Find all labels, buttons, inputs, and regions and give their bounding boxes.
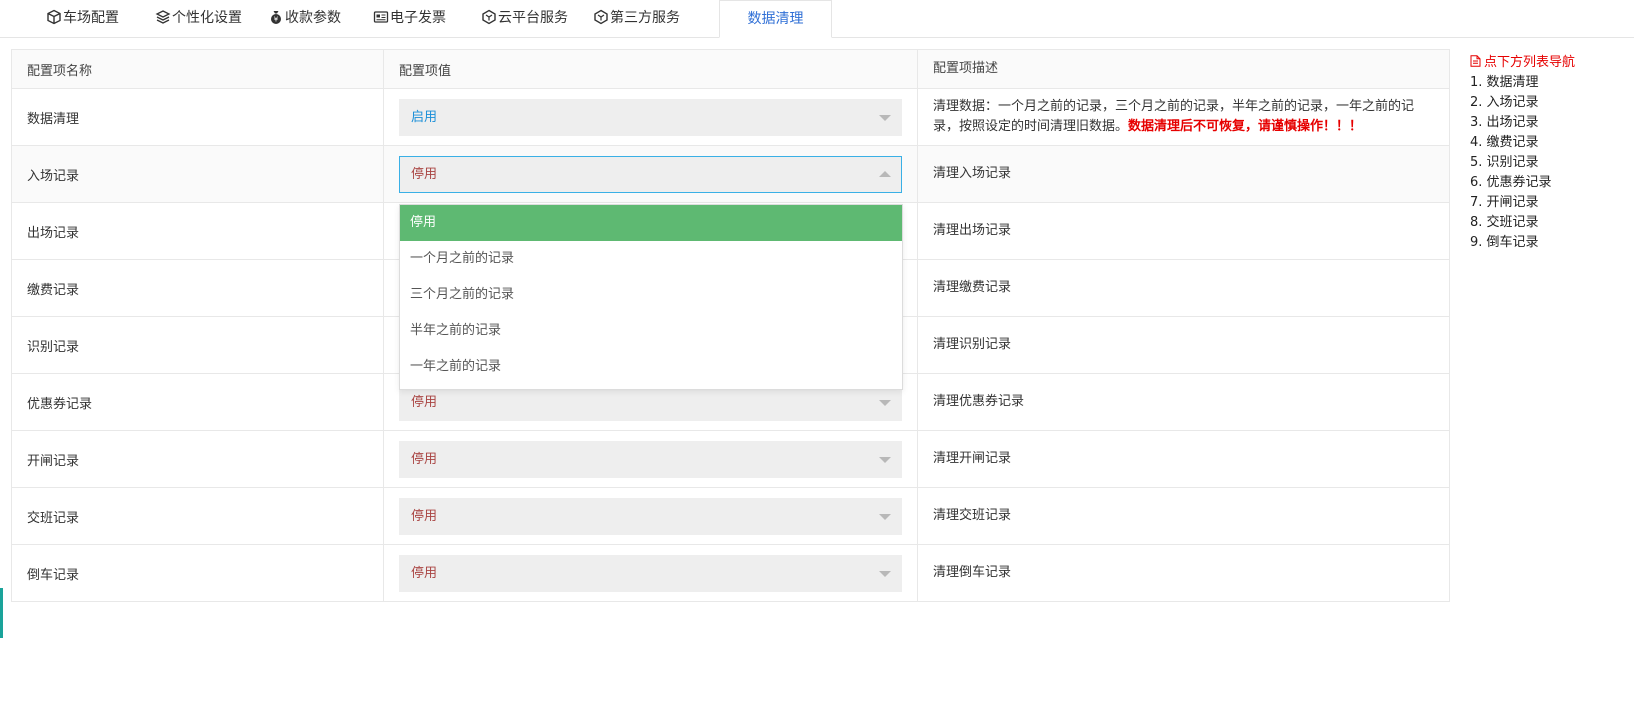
nav-item-payment-records[interactable]: 4. 缴费记录 [1470, 133, 1630, 153]
config-name: 数据清理 [12, 89, 384, 145]
config-desc: 清理识别记录 [933, 337, 1012, 352]
config-name: 缴费记录 [12, 260, 384, 316]
nav-item-coupon-records[interactable]: 6. 优惠券记录 [1470, 173, 1630, 193]
nav-item-gate-records[interactable]: 7. 开闸记录 [1470, 193, 1630, 213]
config-name: 识别记录 [12, 317, 384, 373]
chevron-up-icon [879, 170, 891, 177]
header-config-desc: 配置项描述 [933, 61, 999, 76]
tab-payment-params[interactable]: ¥ 收款参数 [268, 0, 341, 38]
config-value-select[interactable]: 启用 [399, 98, 902, 136]
config-desc: 清理倒车记录 [933, 565, 1012, 580]
config-desc: 清理交班记录 [933, 508, 1012, 523]
config-value-select[interactable]: 停用 [399, 440, 902, 478]
list-navigation: 点下方列表导航 1. 数据清理 2. 入场记录 3. 出场记录 4. 缴费记录 … [1470, 53, 1630, 253]
header-config-value: 配置项值 [384, 50, 918, 88]
dropdown-option-one-year[interactable]: 一年之前的记录 [400, 349, 902, 385]
left-edge-accent [0, 588, 3, 638]
select-value: 停用 [411, 166, 438, 182]
tab-e-invoice[interactable]: 电子发票 [373, 0, 446, 38]
config-value-select[interactable]: 停用 [399, 554, 902, 592]
dropdown-option-disabled[interactable]: 停用 [400, 205, 902, 241]
config-name: 优惠券记录 [12, 374, 384, 430]
select-value: 启用 [411, 109, 438, 125]
hexagon-icon [482, 9, 496, 25]
tab-third-party[interactable]: 第三方服务 [593, 0, 680, 38]
header-config-name: 配置项名称 [12, 50, 384, 88]
config-desc: 清理缴费记录 [933, 280, 1012, 295]
nav-item-reverse-records[interactable]: 9. 倒车记录 [1470, 233, 1630, 253]
dropdown-option-half-year[interactable]: 半年之前的记录 [400, 313, 902, 349]
chevron-down-icon [879, 399, 891, 406]
document-icon [1470, 55, 1481, 67]
warning-text: 数据清理后不可恢复，请谨慎操作！！！ [1128, 119, 1363, 134]
tab-cloud-platform[interactable]: 云平台服务 [481, 0, 568, 38]
config-name: 交班记录 [12, 488, 384, 544]
config-value-select[interactable]: 停用 [399, 155, 902, 193]
table-row: 数据清理 启用 清理数据：一个月之前的记录，三个月之前的记录，半年之前的记录，一… [11, 89, 1450, 146]
select-value: 停用 [411, 565, 438, 581]
config-desc: 清理入场记录 [933, 166, 1012, 181]
table-row: 开闸记录 停用 清理开闸记录 [11, 431, 1450, 488]
tab-personalization[interactable]: 个性化设置 [155, 0, 242, 38]
dropdown-option-one-month[interactable]: 一个月之前的记录 [400, 241, 902, 277]
table-row: 倒车记录 停用 清理倒车记录 [11, 545, 1450, 602]
card-icon [373, 11, 389, 23]
cube-icon [47, 9, 61, 25]
tab-parking-config[interactable]: 车场配置 [46, 0, 119, 38]
config-name: 开闸记录 [12, 431, 384, 487]
select-value: 停用 [411, 451, 438, 467]
nav-title: 点下方列表导航 [1470, 53, 1630, 73]
chevron-down-icon [879, 570, 891, 577]
config-name: 入场记录 [12, 146, 384, 202]
table-row: 交班记录 停用 清理交班记录 [11, 488, 1450, 545]
layers-icon [155, 10, 171, 24]
tab-data-cleanup[interactable]: 数据清理 [719, 0, 832, 38]
chevron-down-icon [879, 513, 891, 520]
table-row: 入场记录 停用 清理入场记录 [11, 146, 1450, 203]
select-value: 停用 [411, 508, 438, 524]
table-header: 配置项名称 配置项值 配置项描述 [11, 49, 1450, 89]
hexagon-icon [594, 9, 608, 25]
select-dropdown: 停用 一个月之前的记录 三个月之前的记录 半年之前的记录 一年之前的记录 [399, 204, 903, 390]
select-value: 停用 [411, 394, 438, 410]
chevron-down-icon [879, 114, 891, 121]
nav-item-entry-records[interactable]: 2. 入场记录 [1470, 93, 1630, 113]
config-name: 出场记录 [12, 203, 384, 259]
config-desc: 清理开闸记录 [933, 451, 1012, 466]
config-desc: 清理出场记录 [933, 223, 1012, 238]
nav-item-shift-records[interactable]: 8. 交班记录 [1470, 213, 1630, 233]
config-name: 倒车记录 [12, 545, 384, 601]
dropdown-option-three-months[interactable]: 三个月之前的记录 [400, 277, 902, 313]
tab-bar: 车场配置 个性化设置 ¥ 收款参数 电子发票 云平台服务 第三方服务 数据清理 [0, 0, 1634, 38]
chevron-down-icon [879, 456, 891, 463]
svg-text:¥: ¥ [274, 16, 279, 24]
config-desc: 清理优惠券记录 [933, 394, 1025, 409]
nav-item-data-cleanup[interactable]: 1. 数据清理 [1470, 73, 1630, 93]
nav-item-exit-records[interactable]: 3. 出场记录 [1470, 113, 1630, 133]
config-desc: 清理数据：一个月之前的记录，三个月之前的记录，半年之前的记录，一年之前的记录，按… [933, 99, 1415, 134]
money-bag-icon: ¥ [271, 11, 281, 24]
nav-item-recognition-records[interactable]: 5. 识别记录 [1470, 153, 1630, 173]
config-value-select[interactable]: 停用 [399, 497, 902, 535]
